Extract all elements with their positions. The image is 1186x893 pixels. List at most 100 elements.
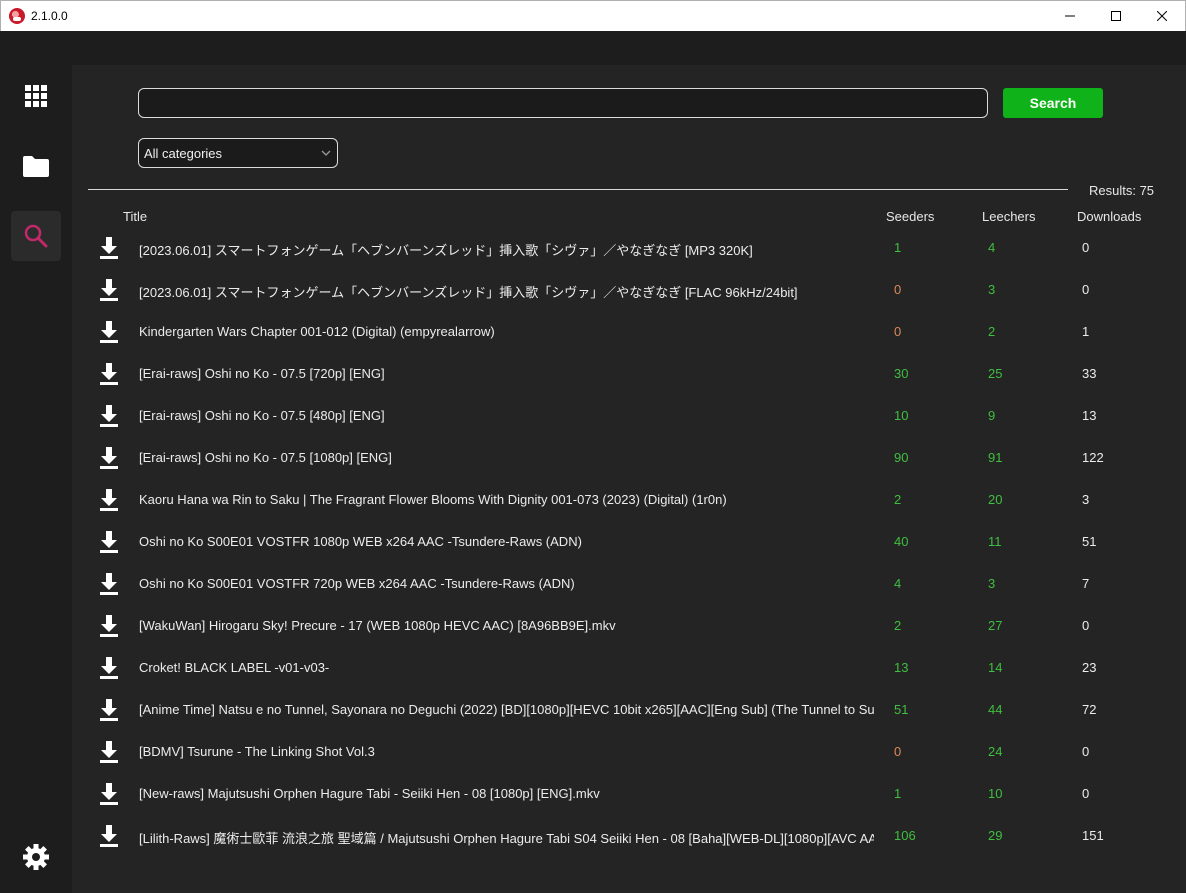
row-leechers: 24: [988, 744, 1003, 759]
table-row[interactable]: Croket! BLACK LABEL -v01-v03- 13 14 23: [72, 647, 1186, 689]
row-title: [2023.06.01] スマートフォンゲーム「ヘブンバーンズレッド」挿入歌「シ…: [139, 243, 753, 258]
row-title: [BDMV] Tsurune - The Linking Shot Vol.3: [139, 744, 375, 759]
table-row[interactable]: [Erai-raws] Oshi no Ko - 07.5 [1080p] [E…: [72, 437, 1186, 479]
row-leechers: 91: [988, 450, 1003, 465]
download-icon[interactable]: [98, 741, 120, 763]
minimize-icon: [1065, 15, 1075, 17]
row-seeders: 0: [894, 282, 902, 297]
download-icon[interactable]: [98, 405, 120, 427]
row-seeders: 4: [894, 576, 902, 591]
sidebar-item-apps[interactable]: [11, 71, 61, 121]
download-icon[interactable]: [98, 447, 120, 469]
category-select[interactable]: All categories: [138, 138, 338, 168]
row-downloads: 3: [1082, 492, 1090, 507]
table-row[interactable]: [Lilith-Raws] 魔術士歐菲 流浪之旅 聖域篇 / Majutsush…: [72, 815, 1186, 857]
table-row[interactable]: Oshi no Ko S00E01 VOSTFR 1080p WEB x264 …: [72, 521, 1186, 563]
close-button[interactable]: [1139, 1, 1185, 31]
search-icon: [24, 224, 48, 248]
table-row[interactable]: [Anime Time] Natsu e no Tunnel, Sayonara…: [72, 689, 1186, 731]
sidebar-item-files[interactable]: [11, 141, 61, 191]
download-icon[interactable]: [98, 699, 120, 721]
row-leechers: 29: [988, 828, 1003, 843]
download-icon[interactable]: [98, 237, 120, 259]
table-row[interactable]: [BDMV] Tsurune - The Linking Shot Vol.3 0…: [72, 731, 1186, 773]
search-input[interactable]: [138, 88, 988, 118]
maximize-button[interactable]: [1093, 1, 1139, 31]
row-downloads: 33: [1082, 366, 1097, 381]
row-leechers: 27: [988, 618, 1003, 633]
row-title: Oshi no Ko S00E01 VOSTFR 720p WEB x264 A…: [139, 576, 575, 591]
folder-icon: [23, 155, 49, 177]
table-row[interactable]: Kindergarten Wars Chapter 001-012 (Digit…: [72, 311, 1186, 353]
row-downloads: 151: [1082, 828, 1104, 843]
results-table: [2023.06.01] スマートフォンゲーム「ヘブンバーンズレッド」挿入歌「シ…: [72, 227, 1186, 893]
row-title: [New-raws] Majutsushi Orphen Hagure Tabi…: [139, 786, 600, 801]
row-downloads: 1: [1082, 324, 1090, 339]
row-downloads: 51: [1082, 534, 1097, 549]
row-leechers: 11: [988, 534, 1002, 549]
table-row[interactable]: [Erai-raws] Oshi no Ko - 07.5 [480p] [EN…: [72, 395, 1186, 437]
row-title: [WakuWan] Hirogaru Sky! Precure - 17 (WE…: [139, 618, 616, 633]
row-seeders: 40: [894, 534, 909, 549]
row-seeders: 0: [894, 744, 902, 759]
row-seeders: 1: [894, 240, 902, 255]
row-downloads: 7: [1082, 576, 1090, 591]
row-title: Kaoru Hana wa Rin to Saku | The Fragrant…: [139, 492, 727, 507]
grid-icon: [25, 85, 47, 107]
row-downloads: 0: [1082, 282, 1090, 297]
column-header-seeders: Seeders: [886, 209, 935, 224]
download-icon[interactable]: [98, 783, 120, 805]
table-row[interactable]: Kaoru Hana wa Rin to Saku | The Fragrant…: [72, 479, 1186, 521]
column-header-leechers: Leechers: [982, 209, 1036, 224]
download-icon[interactable]: [98, 321, 120, 343]
row-title: Croket! BLACK LABEL -v01-v03-: [139, 660, 330, 675]
row-leechers: 25: [988, 366, 1003, 381]
download-icon[interactable]: [98, 573, 120, 595]
download-icon[interactable]: [98, 615, 120, 637]
row-leechers: 10: [988, 786, 1003, 801]
row-downloads: 72: [1082, 702, 1097, 717]
row-title: [Erai-raws] Oshi no Ko - 07.5 [720p] [EN…: [139, 366, 385, 381]
row-title: [Lilith-Raws] 魔術士歐菲 流浪之旅 聖域篇 / Majutsush…: [139, 831, 874, 846]
table-row[interactable]: [New-raws] Majutsushi Orphen Hagure Tabi…: [72, 773, 1186, 815]
row-leechers: 4: [988, 240, 996, 255]
window-title: 2.1.0.0: [31, 9, 68, 23]
sidebar-item-search[interactable]: [11, 211, 61, 261]
row-leechers: 2: [988, 324, 996, 339]
row-leechers: 20: [988, 492, 1003, 507]
minimize-button[interactable]: [1047, 1, 1093, 31]
row-seeders: 2: [894, 618, 902, 633]
divider: [88, 189, 1068, 190]
row-seeders: 90: [894, 450, 909, 465]
row-leechers: 9: [988, 408, 996, 423]
search-button[interactable]: Search: [1003, 88, 1103, 118]
download-icon[interactable]: [98, 657, 120, 679]
chevron-down-icon: [321, 150, 331, 156]
row-title: [Erai-raws] Oshi no Ko - 07.5 [1080p] [E…: [139, 450, 392, 465]
row-leechers: 14: [988, 660, 1003, 675]
row-leechers: 3: [988, 282, 996, 297]
row-downloads: 0: [1082, 618, 1090, 633]
row-seeders: 0: [894, 324, 902, 339]
download-icon[interactable]: [98, 489, 120, 511]
table-row[interactable]: Oshi no Ko S00E01 VOSTFR 720p WEB x264 A…: [72, 563, 1186, 605]
window-titlebar: 2.1.0.0: [0, 0, 1186, 31]
row-title: [Erai-raws] Oshi no Ko - 07.5 [480p] [EN…: [139, 408, 385, 423]
table-row[interactable]: [WakuWan] Hirogaru Sky! Precure - 17 (WE…: [72, 605, 1186, 647]
row-leechers: 44: [988, 702, 1003, 717]
row-seeders: 106: [894, 828, 916, 843]
settings-button[interactable]: [21, 842, 51, 872]
sidebar: [0, 31, 72, 893]
row-seeders: 30: [894, 366, 909, 381]
table-row[interactable]: [2023.06.01] スマートフォンゲーム「ヘブンバーンズレッド」挿入歌「シ…: [72, 269, 1186, 311]
row-downloads: 0: [1082, 786, 1090, 801]
table-row[interactable]: [Erai-raws] Oshi no Ko - 07.5 [720p] [EN…: [72, 353, 1186, 395]
download-icon[interactable]: [98, 279, 120, 301]
download-icon[interactable]: [98, 531, 120, 553]
download-icon[interactable]: [98, 825, 120, 847]
row-downloads: 122: [1082, 450, 1104, 465]
row-leechers: 3: [988, 576, 996, 591]
download-icon[interactable]: [98, 363, 120, 385]
table-row[interactable]: [2023.06.01] スマートフォンゲーム「ヘブンバーンズレッド」挿入歌「シ…: [72, 227, 1186, 269]
column-header-downloads: Downloads: [1077, 209, 1142, 224]
